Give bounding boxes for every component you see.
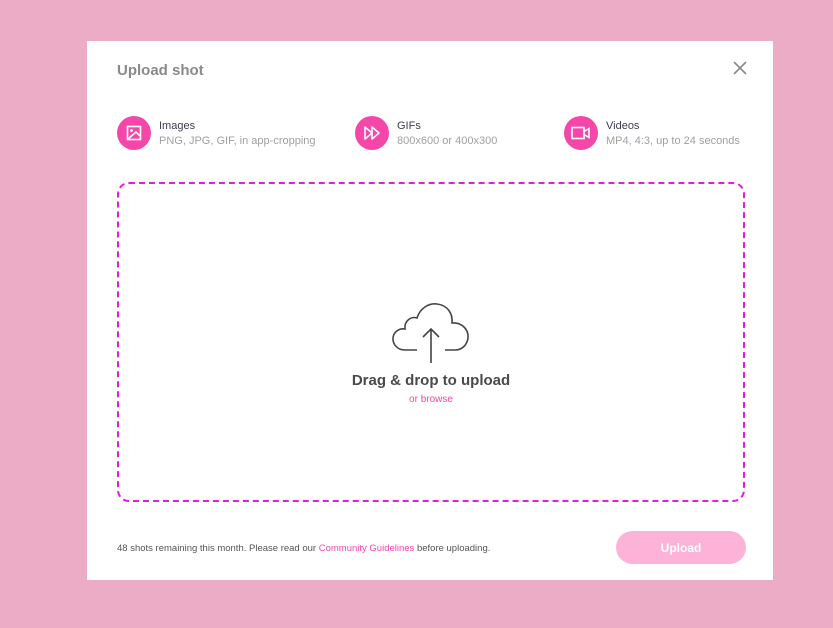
modal-title: Upload shot: [117, 62, 204, 79]
dropzone-title: Drag & drop to upload: [351, 372, 511, 389]
type-videos: Videos MP4, 4:3, up to 24 seconds: [564, 116, 740, 150]
type-images: Images PNG, JPG, GIF, in app-cropping: [117, 116, 316, 150]
video-camera-icon: [564, 116, 598, 150]
type-name: Videos: [606, 119, 640, 132]
image-icon: [117, 116, 151, 150]
type-desc: 800x600 or 400x300: [397, 134, 498, 147]
footer-text-suffix: before uploading.: [414, 543, 491, 554]
footer-text: 48 shots remaining this month. Please re…: [117, 543, 319, 554]
footer-note: 48 shots remaining this month. Please re…: [117, 543, 490, 554]
type-desc: MP4, 4:3, up to 24 seconds: [606, 134, 740, 147]
upload-button[interactable]: Upload: [616, 531, 746, 564]
upload-modal: Upload shot Images PNG, JPG, GIF, in app-…: [87, 41, 773, 580]
fast-forward-icon: [355, 116, 389, 150]
dropzone[interactable]: Drag & drop to upload or browse: [117, 182, 745, 502]
cloud-upload-icon: [392, 303, 469, 363]
community-guidelines-link[interactable]: Community Guidelines: [319, 543, 415, 554]
close-icon[interactable]: [732, 60, 748, 76]
type-desc: PNG, JPG, GIF, in app-cropping: [159, 134, 316, 147]
type-gifs: GIFs 800x600 or 400x300: [355, 116, 497, 150]
browse-link[interactable]: or browse: [119, 394, 743, 405]
type-name: GIFs: [397, 119, 421, 132]
type-name: Images: [159, 119, 196, 132]
